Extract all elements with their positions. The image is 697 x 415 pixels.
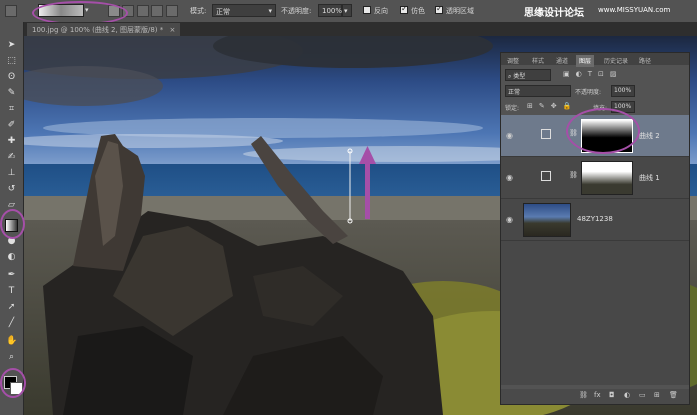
trash-icon[interactable]: 🗑 — [669, 391, 678, 399]
eye-icon[interactable]: ◉ — [506, 131, 513, 140]
mask-icon[interactable]: ◘ — [609, 391, 615, 399]
type-icon[interactable]: T — [6, 286, 17, 297]
layer-kind-value: 类型 — [513, 73, 526, 80]
layer-mask-annotation — [566, 108, 640, 154]
blend-mode-value: 正常 — [508, 89, 521, 96]
reverse-label: 反向 — [374, 7, 388, 15]
eyedropper-icon[interactable]: ✐ — [6, 120, 17, 131]
zoom-icon[interactable]: ⌕ — [6, 352, 17, 363]
watermark-site-name: 思缘设计论坛 — [524, 8, 584, 19]
dither-checkbox[interactable] — [400, 4, 408, 14]
tab-adjustments[interactable]: 调整 — [504, 55, 522, 67]
link-icon[interactable]: ⛓ — [579, 391, 588, 399]
fx-icon[interactable]: fx — [594, 391, 601, 399]
opacity-dropdown-icon[interactable]: ▾ — [342, 4, 352, 17]
lasso-icon[interactable]: ʘ — [6, 72, 17, 83]
eye-icon[interactable]: ◉ — [506, 173, 513, 182]
transparency-checkbox[interactable] — [435, 4, 443, 14]
brush-icon[interactable]: ✍ — [6, 152, 17, 163]
stamp-icon[interactable]: ⊥ — [6, 168, 17, 179]
lock-label: 锁定: — [505, 105, 520, 112]
watermark-site-url: www.MISSYUAN.com — [598, 6, 671, 14]
document-tab-title: 100.jpg @ 100% (曲线 2, 图层蒙版/8) * — [32, 26, 164, 34]
tab-paths[interactable]: 路径 — [636, 55, 654, 67]
tab-styles[interactable]: 样式 — [529, 55, 547, 67]
diamond-gradient-icon[interactable] — [166, 5, 178, 17]
filter-icons[interactable]: ▣◐T⊡▨ — [563, 70, 622, 78]
curves-adjustment-icon — [541, 129, 551, 139]
layers-panel-footer: ⛓ fx ◘ ◐ ▭ ⊞ 🗑 — [501, 389, 689, 404]
tab-layers[interactable]: 图层 — [576, 55, 595, 67]
marquee-icon[interactable]: ⬚ — [6, 56, 17, 67]
quick-select-icon[interactable]: ✎ — [6, 88, 17, 99]
angle-gradient-icon[interactable] — [137, 5, 149, 17]
shape-icon[interactable]: ╱ — [6, 318, 17, 329]
opacity-label: 不透明度: — [575, 89, 602, 96]
layer-row-curves-1[interactable]: ◉ ⛓ 曲线 1 — [501, 157, 689, 199]
dither-label: 仿色 — [411, 7, 425, 15]
opacity-label: 不透明度: — [281, 7, 312, 15]
path-select-icon[interactable]: ➚ — [6, 302, 17, 313]
dodge-icon[interactable]: ◐ — [6, 252, 17, 263]
curves-adjustment-icon — [541, 171, 551, 181]
eye-icon[interactable]: ◉ — [506, 215, 513, 224]
crop-icon[interactable]: ⌗ — [6, 104, 17, 115]
chevron-down-icon: ▾ — [268, 7, 272, 15]
layer-list: ◉ ⛓ 曲线 2 ◉ ⛓ 曲线 1 ◉ 48ZY1238 — [501, 115, 689, 385]
mode-select[interactable]: 正常 ▾ — [212, 4, 276, 17]
hand-icon[interactable]: ✋ — [6, 336, 17, 347]
layer-kind-filter[interactable]: ⌕ 类型 — [505, 69, 551, 81]
mode-label: 模式: — [190, 7, 207, 15]
color-swatch-annotation — [0, 368, 26, 398]
layer-name: 曲线 2 — [639, 132, 660, 140]
layer-mask-thumbnail[interactable] — [581, 161, 633, 195]
lock-icons[interactable]: ⊞✎✥🔒 — [527, 102, 577, 110]
transparency-label: 透明区域 — [446, 7, 474, 15]
healing-icon[interactable]: ✚ — [6, 136, 17, 147]
layer-name: 48ZY1238 — [577, 215, 613, 223]
gradient-tool-annotation — [0, 209, 25, 239]
close-icon[interactable]: × — [169, 26, 175, 34]
tab-history[interactable]: 历史记录 — [601, 55, 631, 67]
folder-icon[interactable]: ▭ — [639, 391, 646, 399]
pen-icon[interactable]: ✒ — [6, 270, 17, 281]
layers-panel: 调整 样式 通道 图层 历史记录 路径 ⌕ 类型 ▣◐T⊡▨ 正常 不透明度: … — [500, 52, 690, 405]
reflected-gradient-icon[interactable] — [151, 5, 163, 17]
search-icon: ⌕ — [508, 73, 512, 80]
reverse-checkbox[interactable] — [363, 6, 371, 14]
chain-link-icon[interactable]: ⛓ — [569, 171, 578, 179]
blend-mode-select[interactable]: 正常 — [505, 85, 571, 97]
opacity-input[interactable]: 100% — [318, 4, 342, 17]
document-tab[interactable]: 100.jpg @ 100% (曲线 2, 图层蒙版/8) * × — [27, 23, 181, 36]
move-icon[interactable]: ➤ — [6, 40, 17, 51]
new-layer-icon[interactable]: ⊞ — [654, 391, 660, 399]
mode-value: 正常 — [216, 8, 230, 16]
layer-name: 曲线 1 — [639, 174, 660, 182]
layer-row-background[interactable]: ◉ 48ZY1238 — [501, 199, 689, 241]
adjustment-icon[interactable]: ◐ — [624, 391, 630, 399]
layer-opacity-input[interactable]: 100% — [611, 85, 635, 97]
gradient-tool-preset-icon[interactable] — [5, 5, 17, 17]
history-brush-icon[interactable]: ↺ — [6, 184, 17, 195]
tab-channels[interactable]: 通道 — [553, 55, 571, 67]
layer-thumbnail[interactable] — [523, 203, 571, 237]
